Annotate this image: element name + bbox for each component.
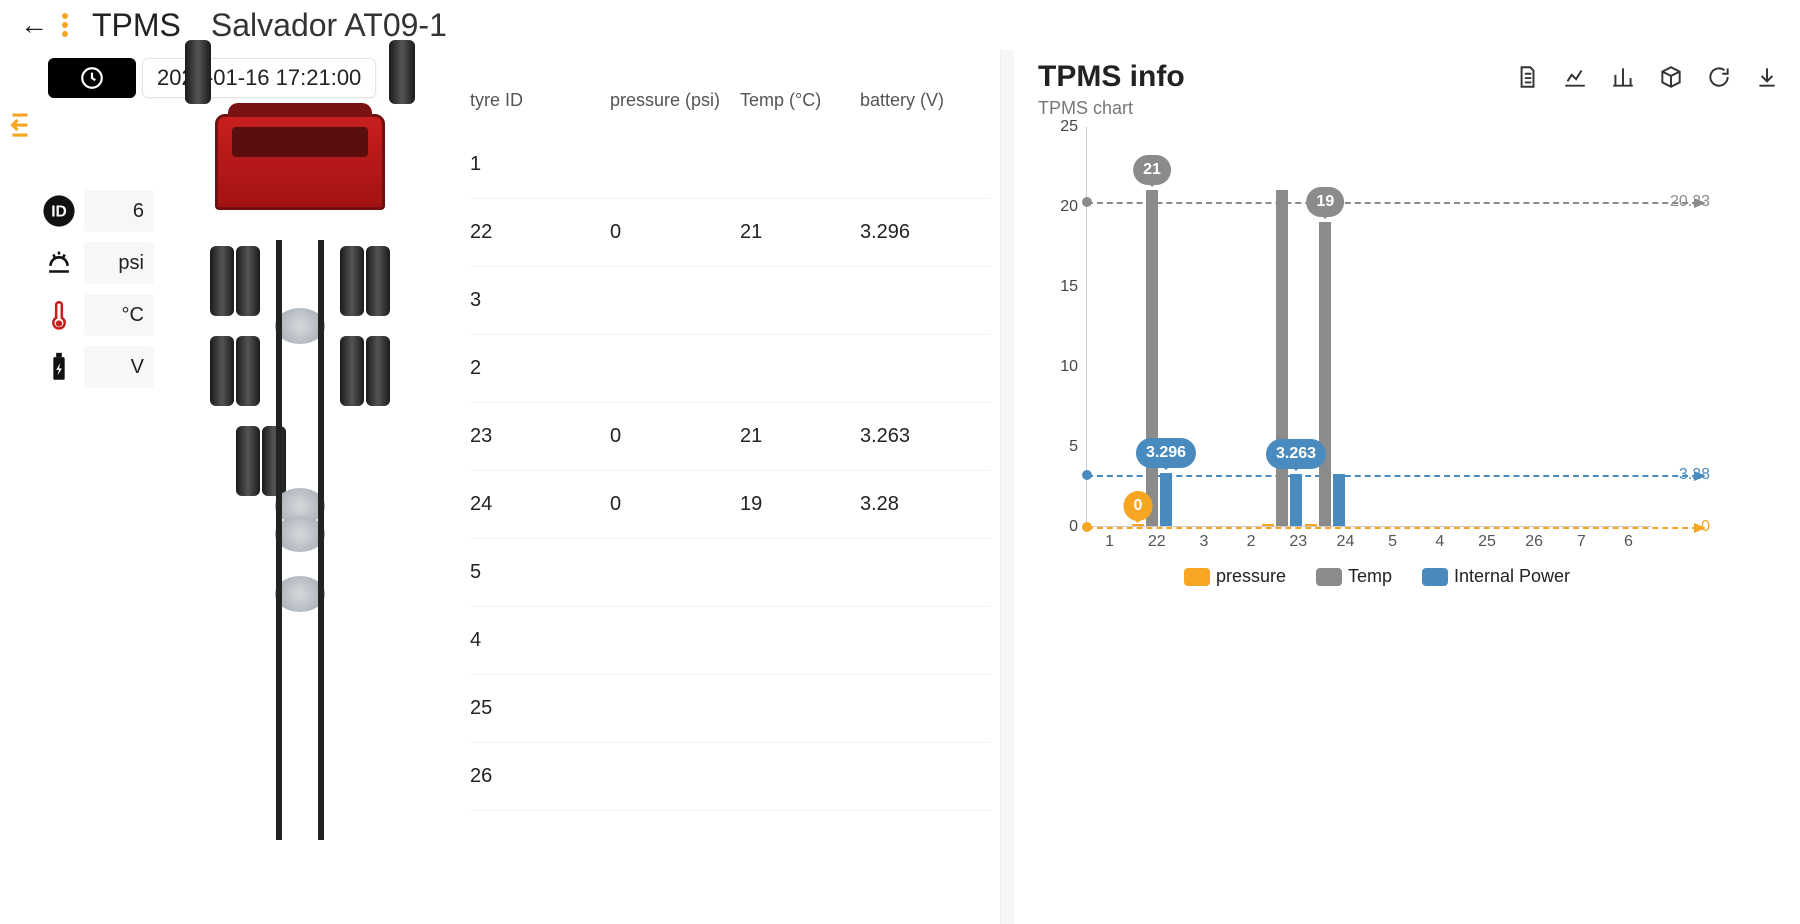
temperature-icon xyxy=(42,298,76,332)
table-row[interactable]: 3 xyxy=(470,267,990,335)
vehicle-name: Salvador AT09-1 xyxy=(211,7,447,44)
table-row[interactable]: 5 xyxy=(470,539,990,607)
truck-diagram xyxy=(160,110,440,924)
table-row[interactable]: 230213.263 xyxy=(470,403,990,471)
table-row[interactable]: 240193.28 xyxy=(470,471,990,539)
cube-icon[interactable] xyxy=(1658,64,1684,90)
table-row[interactable]: 4 xyxy=(470,607,990,675)
scrollbar[interactable] xyxy=(1000,50,1014,924)
document-icon[interactable] xyxy=(1514,64,1540,90)
id-icon: ID xyxy=(42,194,76,228)
table-row[interactable]: 26 xyxy=(470,743,990,811)
page-title: TPMS xyxy=(92,7,181,44)
collapse-sidebar-icon[interactable] xyxy=(5,110,35,140)
clock-icon xyxy=(48,58,136,98)
tyre-id-value: 6 xyxy=(84,190,154,232)
download-icon[interactable] xyxy=(1754,64,1780,90)
table-row[interactable]: 2 xyxy=(470,335,990,403)
battery-icon xyxy=(42,350,76,384)
refresh-icon[interactable] xyxy=(1706,64,1732,90)
table-header-battery: battery (V) xyxy=(860,90,990,111)
battery-unit: V xyxy=(84,346,154,388)
back-button[interactable]: ← xyxy=(20,9,48,41)
temp-unit: °C xyxy=(84,294,154,336)
tpms-chart: 0510152025 20.333.28021193.2963.2630 122… xyxy=(1042,127,1652,587)
right-panel-title: TPMS info xyxy=(1038,60,1185,94)
table-header-temp: Temp (°C) xyxy=(740,90,860,111)
table-row[interactable]: 1 xyxy=(470,131,990,199)
table-row[interactable]: 220213.296 xyxy=(470,199,990,267)
chart-subtitle: TPMS chart xyxy=(1038,98,1780,119)
pressure-icon xyxy=(42,246,76,280)
svg-text:ID: ID xyxy=(51,204,67,221)
table-header-tyre-id: tyre ID xyxy=(470,90,610,111)
pressure-unit: psi xyxy=(84,242,154,284)
table-header-pressure: pressure (psi) xyxy=(610,90,740,111)
tyre-table[interactable]: tyre ID pressure (psi) Temp (°C) battery… xyxy=(440,50,1000,924)
table-row[interactable]: 25 xyxy=(470,675,990,743)
line-chart-icon[interactable] xyxy=(1562,64,1588,90)
bar-chart-icon[interactable] xyxy=(1610,64,1636,90)
chart-legend: pressure Temp Internal Power xyxy=(1102,566,1652,587)
menu-dots-icon[interactable] xyxy=(62,13,80,37)
